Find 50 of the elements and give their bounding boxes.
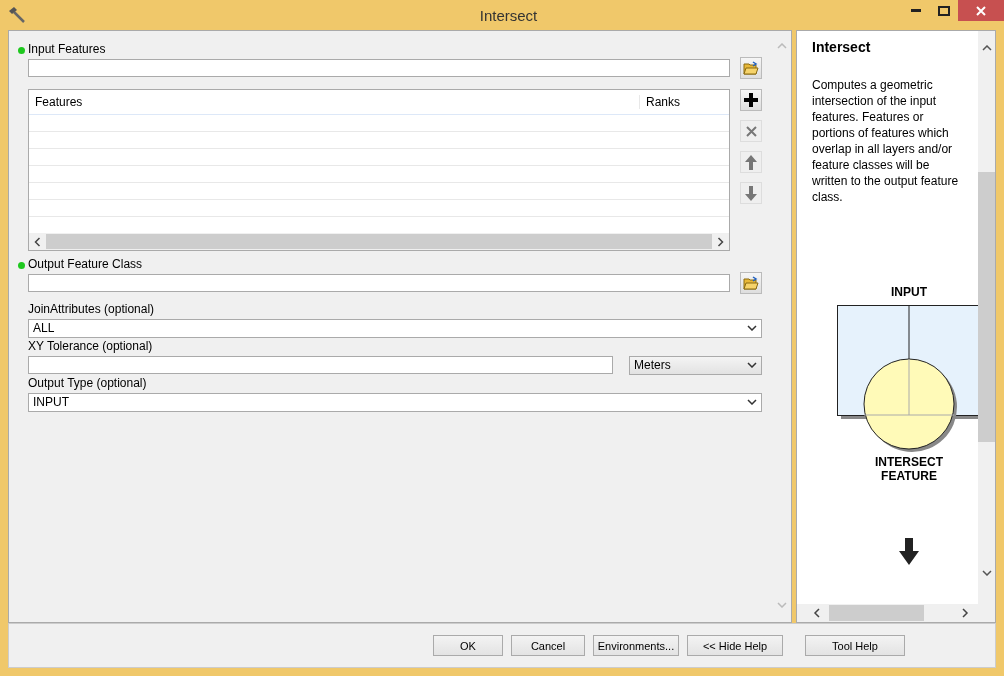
dialog-button[interactable]: Cancel [511, 635, 585, 656]
parameter-label: Input Features [28, 42, 107, 57]
column-header: Features [34, 95, 84, 109]
dropdown[interactable]: INPUT [28, 392, 762, 412]
down-arrow-icon [899, 538, 919, 565]
x-icon [745, 125, 757, 137]
chevron-right-icon [961, 608, 969, 618]
help-title: Intersect [812, 39, 872, 55]
parameter-label: Output Feature Class [28, 257, 144, 272]
dialog-button[interactable]: Environments... [593, 635, 679, 656]
browse-button[interactable] [740, 272, 762, 294]
close-button[interactable] [958, 0, 1004, 21]
dropdown[interactable]: ALL [28, 318, 762, 338]
maximize-icon [938, 5, 950, 16]
down-arrow-icon [745, 185, 757, 201]
column-header: Ranks [639, 95, 729, 109]
hammer-icon [7, 6, 25, 24]
diagram-label: INTERSECT FEATURE [874, 455, 944, 483]
parameter-label: Output Type (optional) [28, 376, 148, 391]
dialog-button[interactable]: Tool Help [805, 635, 905, 656]
browse-button[interactable] [740, 57, 762, 79]
minimize-icon [911, 9, 921, 12]
chevron-down-icon [747, 399, 757, 405]
input-field[interactable] [28, 274, 730, 292]
dialog-button[interactable]: << Hide Help [687, 635, 783, 656]
chevron-down-icon [776, 602, 787, 608]
parameter-label: JoinAttributes (optional) [28, 302, 156, 317]
dialog-button[interactable]: OK [433, 635, 503, 656]
diagram-label: INPUT [890, 285, 928, 299]
chevron-left-icon [813, 608, 821, 618]
vertical-scrollbar[interactable] [978, 31, 995, 604]
chevron-down-icon [747, 362, 757, 368]
horizontal-scrollbar[interactable] [797, 604, 995, 622]
up-arrow-icon [745, 154, 757, 170]
horizontal-scrollbar[interactable] [29, 233, 729, 250]
parameter-label: XY Tolerance (optional) [28, 339, 154, 354]
chevron-down-icon [747, 325, 757, 331]
help-description: Computes a geometric intersection of the input features. Features or portions of features which overlap in all layers and/or feature classes will be written to the output feature class. [812, 77, 960, 205]
plus-icon [744, 93, 758, 107]
unit-dropdown[interactable]: Meters [629, 355, 762, 375]
chevron-up-icon [776, 43, 787, 49]
close-icon [976, 5, 986, 16]
input-field[interactable] [28, 356, 613, 374]
window-title: Intersect [479, 6, 538, 24]
chevron-up-icon [981, 45, 992, 51]
folder-icon [743, 61, 759, 75]
chevron-down-icon [981, 570, 992, 576]
input-field[interactable] [28, 59, 730, 77]
add-button[interactable] [740, 89, 762, 111]
folder-icon [743, 276, 759, 290]
